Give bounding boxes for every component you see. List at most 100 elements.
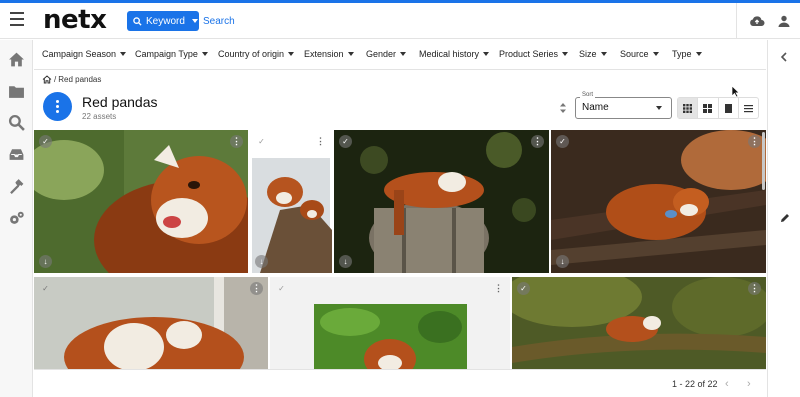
netx-logo[interactable]: netx — [43, 5, 107, 35]
select-checkbox[interactable]: ✓ — [517, 282, 530, 295]
chevron-left-icon[interactable] — [780, 52, 788, 62]
facet-gender[interactable]: Gender — [366, 49, 407, 59]
asset-tile[interactable]: ✓ ⋮ — [270, 277, 510, 369]
asset-tile[interactable]: ✓ ⋮ — [34, 277, 268, 369]
user-icon[interactable] — [778, 15, 790, 27]
folder-actions-button[interactable] — [43, 92, 72, 121]
chevron-down-icon — [695, 52, 702, 56]
asset-tile[interactable]: ✓ ⋮ ↓ — [250, 130, 332, 273]
facet-label: Extension — [304, 49, 344, 59]
tile-menu-button[interactable]: ⋮ — [492, 282, 505, 295]
chevron-down-icon — [191, 19, 198, 23]
chevron-down-icon — [656, 106, 662, 110]
list-icon — [743, 104, 753, 112]
asset-tile[interactable]: ✓ ⋮ ↓ — [34, 130, 248, 273]
chevron-down-icon — [347, 52, 354, 56]
facet-label: Country of origin — [218, 49, 285, 59]
breadcrumb-current: Red pandas — [58, 75, 102, 84]
chevron-down-icon — [483, 52, 490, 56]
facet-campaign-type[interactable]: Campaign Type — [135, 49, 208, 59]
sort-legend: Sort — [580, 92, 596, 98]
single-view-button[interactable] — [719, 98, 739, 118]
select-checkbox[interactable]: ✓ — [339, 135, 352, 148]
red-panda-thumbnail — [512, 277, 766, 369]
facet-source[interactable]: Source — [620, 49, 659, 59]
facet-label: Product Series — [499, 49, 559, 59]
keyword-label: Keyword — [146, 15, 185, 27]
download-button[interactable]: ↓ — [556, 255, 569, 268]
facet-label: Campaign Season — [42, 49, 117, 59]
top-header: netx Keyword — [0, 3, 800, 39]
pagination-bar: 1 - 22 of 22 ‹ › — [34, 369, 766, 397]
chevron-down-icon — [600, 52, 607, 56]
right-panel — [767, 40, 800, 397]
asset-tile[interactable]: ✓ ⋮ ↓ — [334, 130, 549, 273]
download-button[interactable]: ↓ — [339, 255, 352, 268]
asset-tile[interactable]: ✓ ⋮ ↓ — [551, 130, 766, 273]
sort-direction-icon[interactable] — [559, 102, 567, 114]
hammer-icon[interactable] — [8, 178, 25, 195]
asset-grid: ✓ ⋮ ↓ ✓ ⋮ ↓ ✓ ⋮ ↓ ✓ ⋮ ↓ ✓ ⋮ ✓ ⋮ ✓ ⋮ — [34, 130, 766, 369]
breadcrumb-separator: / — [54, 75, 57, 84]
grid-large-view-button[interactable] — [698, 98, 719, 118]
sort-value: Name — [582, 102, 609, 113]
download-button[interactable]: ↓ — [39, 255, 52, 268]
asset-tile[interactable]: ✓ ⋮ — [512, 277, 766, 369]
search-input[interactable] — [203, 11, 723, 31]
facet-campaign-season[interactable]: Campaign Season — [42, 49, 127, 59]
facet-bar: Campaign Season Campaign Type Country of… — [34, 40, 766, 70]
chevron-down-icon — [562, 52, 569, 56]
red-panda-thumbnail — [34, 130, 248, 273]
facet-label: Source — [620, 49, 649, 59]
red-panda-thumbnail — [551, 130, 766, 273]
cloud-upload-icon[interactable] — [749, 15, 765, 27]
mouse-cursor-icon — [731, 85, 740, 98]
select-checkbox[interactable]: ✓ — [39, 135, 52, 148]
select-checkbox[interactable]: ✓ — [39, 282, 52, 295]
facet-product-series[interactable]: Product Series — [499, 49, 569, 59]
pencil-icon[interactable] — [780, 213, 790, 223]
chevron-down-icon — [201, 52, 208, 56]
home-icon[interactable] — [8, 51, 25, 68]
inbox-icon[interactable] — [8, 146, 25, 163]
red-panda-thumbnail — [270, 277, 510, 369]
select-checkbox[interactable]: ✓ — [255, 135, 268, 148]
tile-menu-button[interactable]: ⋮ — [748, 135, 761, 148]
page-title: Red pandas — [82, 94, 158, 110]
select-checkbox[interactable]: ✓ — [275, 282, 288, 295]
folder-icon[interactable] — [8, 83, 25, 100]
select-checkbox[interactable]: ✓ — [556, 135, 569, 148]
grid-small-icon — [683, 103, 693, 113]
facet-label: Campaign Type — [135, 49, 198, 59]
facet-type[interactable]: Type — [672, 49, 702, 59]
facet-country-of-origin[interactable]: Country of origin — [218, 49, 295, 59]
tile-menu-button[interactable]: ⋮ — [230, 135, 243, 148]
facet-size[interactable]: Size — [579, 49, 607, 59]
next-page-button[interactable]: › — [747, 378, 751, 390]
chevron-down-icon — [120, 52, 127, 56]
breadcrumb: / Red pandas — [42, 75, 101, 84]
keyword-dropdown-button[interactable]: Keyword — [127, 11, 199, 31]
tile-menu-button[interactable]: ⋮ — [531, 135, 544, 148]
grid-small-view-button[interactable] — [678, 98, 699, 118]
facet-label: Size — [579, 49, 597, 59]
search-icon — [133, 16, 142, 26]
search-icon[interactable] — [8, 114, 25, 131]
tile-menu-button[interactable]: ⋮ — [250, 282, 263, 295]
facet-medical-history[interactable]: Medical history — [419, 49, 490, 59]
home-icon[interactable] — [42, 75, 52, 84]
left-nav — [0, 40, 33, 397]
chevron-down-icon — [652, 52, 659, 56]
facet-label: Type — [672, 49, 692, 59]
list-view-button[interactable] — [739, 98, 758, 118]
settings-icon[interactable] — [8, 210, 25, 227]
facet-extension[interactable]: Extension — [304, 49, 354, 59]
chevron-down-icon — [400, 52, 407, 56]
prev-page-button[interactable]: ‹ — [725, 378, 729, 390]
tile-menu-button[interactable]: ⋮ — [748, 282, 761, 295]
tile-menu-button[interactable]: ⋮ — [314, 135, 327, 148]
scrollbar[interactable] — [762, 132, 765, 190]
facet-label: Gender — [366, 49, 397, 59]
download-button[interactable]: ↓ — [255, 255, 268, 268]
menu-icon[interactable] — [10, 12, 24, 26]
